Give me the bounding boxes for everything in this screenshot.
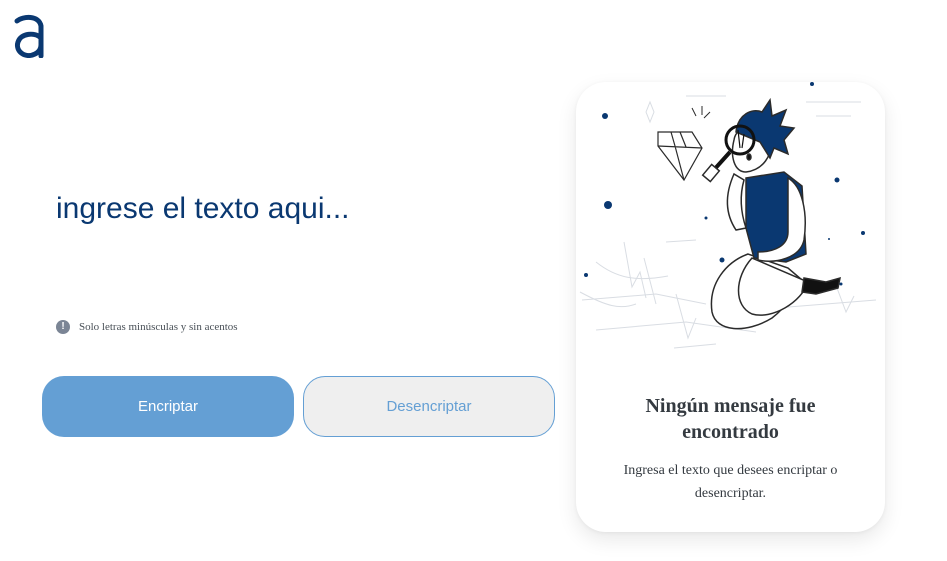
person-magnifying-glass-illustration bbox=[579, 82, 877, 349]
person-figure bbox=[701, 97, 841, 330]
no-message-description: Ingresa el texto que desees encriptar o … bbox=[623, 463, 838, 501]
diamond-icon bbox=[657, 131, 703, 182]
alura-logo-icon[interactable] bbox=[13, 14, 46, 58]
output-panel: Ningún mensaje fue encontrado Ingresa el… bbox=[576, 82, 885, 532]
text-input[interactable] bbox=[42, 180, 542, 290]
decrypt-button[interactable]: Desencriptar bbox=[303, 376, 555, 437]
sparkle-lines bbox=[691, 106, 711, 119]
hint-text: Solo letras minúsculas y sin acentos bbox=[79, 321, 238, 333]
exclamation-circle-icon: ! bbox=[56, 320, 70, 334]
input-hint: ! Solo letras minúsculas y sin acentos bbox=[56, 320, 238, 334]
encrypt-button[interactable]: Encriptar bbox=[42, 376, 294, 437]
no-message-title: Ningún mensaje fue encontrado bbox=[645, 395, 816, 443]
